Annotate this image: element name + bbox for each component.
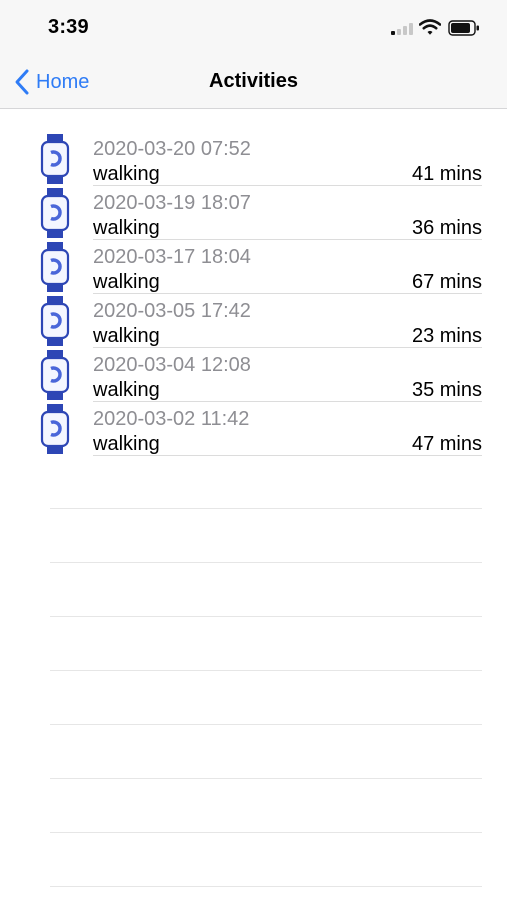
activities-list: 2020-03-20 07:52 walking 41 mins 2020-03… xyxy=(0,132,507,456)
activity-duration: 36 mins xyxy=(411,217,482,239)
empty-row-separator xyxy=(50,886,482,887)
watch-icon xyxy=(40,404,70,454)
activity-type: walking xyxy=(93,379,160,401)
watch-icon xyxy=(40,134,70,184)
activity-duration: 23 mins xyxy=(411,325,482,347)
list-item[interactable]: 2020-03-19 18:07 walking 36 mins xyxy=(0,186,507,240)
wifi-icon xyxy=(419,19,441,35)
empty-row-separator xyxy=(50,508,482,509)
activity-type: walking xyxy=(93,217,160,239)
activity-date: 2020-03-17 18:04 xyxy=(93,246,251,268)
empty-row-separator xyxy=(50,778,482,779)
page-title: Activities xyxy=(209,70,298,92)
list-item[interactable]: 2020-03-05 17:42 walking 23 mins xyxy=(0,294,507,348)
activity-type: walking xyxy=(93,433,160,455)
status-time: 3:39 xyxy=(48,16,89,38)
activity-date: 2020-03-02 11:42 xyxy=(93,408,250,430)
list-item[interactable]: 2020-03-17 18:04 walking 67 mins xyxy=(0,240,507,294)
activity-duration: 47 mins xyxy=(411,433,482,455)
activity-date: 2020-03-05 17:42 xyxy=(93,300,251,322)
activity-type: walking xyxy=(93,271,160,293)
signal-icon xyxy=(391,23,413,35)
empty-row-separator xyxy=(50,616,482,617)
activity-date: 2020-03-04 12:08 xyxy=(93,354,251,376)
list-item[interactable]: 2020-03-02 11:42 walking 47 mins xyxy=(0,402,507,456)
watch-icon xyxy=(40,296,70,346)
activity-duration: 35 mins xyxy=(411,379,482,401)
navigation-header: 3:39 Home Activities xyxy=(0,0,507,109)
activity-duration: 67 mins xyxy=(411,271,482,293)
empty-row-separator xyxy=(50,832,482,833)
watch-icon xyxy=(40,242,70,292)
watch-icon xyxy=(40,350,70,400)
activity-date: 2020-03-19 18:07 xyxy=(93,192,251,214)
activity-type: walking xyxy=(93,325,160,347)
empty-row-separator xyxy=(50,670,482,671)
empty-row-separator xyxy=(50,724,482,725)
watch-icon xyxy=(40,188,70,238)
empty-row-separator xyxy=(50,562,482,563)
list-item[interactable]: 2020-03-20 07:52 walking 41 mins xyxy=(0,132,507,186)
battery-icon xyxy=(448,20,479,36)
list-item[interactable]: 2020-03-04 12:08 walking 35 mins xyxy=(0,348,507,402)
activity-duration: 41 mins xyxy=(411,163,482,185)
activity-type: walking xyxy=(93,163,160,185)
activity-date: 2020-03-20 07:52 xyxy=(93,138,251,160)
